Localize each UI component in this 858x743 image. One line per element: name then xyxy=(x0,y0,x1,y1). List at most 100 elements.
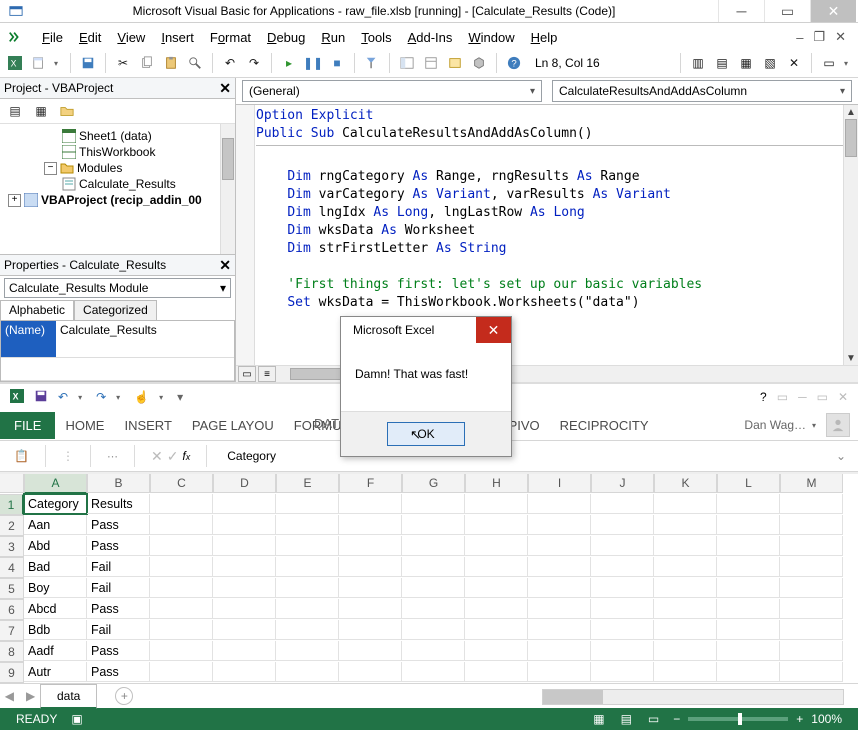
cell[interactable] xyxy=(465,641,528,661)
cell[interactable] xyxy=(591,557,654,577)
row-header[interactable]: 9 xyxy=(0,662,24,683)
mdi-close-icon[interactable]: ✕ xyxy=(835,29,846,45)
project-tree[interactable]: Sheet1 (data) ThisWorkbook −Modules Calc… xyxy=(0,124,235,255)
select-all-corner[interactable] xyxy=(0,474,24,493)
column-header[interactable]: K xyxy=(654,474,717,493)
sheet-tab-data[interactable]: data xyxy=(40,684,97,709)
cell[interactable] xyxy=(717,494,780,514)
code-horizontal-scrollbar[interactable]: ▭ ≡ xyxy=(236,365,858,382)
menu-tools[interactable]: Tools xyxy=(353,27,399,48)
cell[interactable] xyxy=(717,578,780,598)
cell[interactable] xyxy=(465,557,528,577)
tree-collapse-icon[interactable]: − xyxy=(44,162,57,175)
close-all-icon[interactable]: ✕ xyxy=(785,54,803,72)
cell[interactable] xyxy=(591,578,654,598)
cell[interactable] xyxy=(780,494,843,514)
properties-window-icon[interactable] xyxy=(422,54,440,72)
cell[interactable]: Pass xyxy=(87,662,150,682)
excel-restore-icon[interactable]: ▭ xyxy=(817,390,828,404)
cell[interactable] xyxy=(465,662,528,682)
macro-record-icon[interactable]: ▣ xyxy=(71,712,82,726)
cell[interactable] xyxy=(213,557,276,577)
cell[interactable] xyxy=(213,536,276,556)
touch-mode-icon[interactable]: ☝ xyxy=(134,390,149,404)
view-page-break-icon[interactable]: ▭ xyxy=(648,712,659,726)
cell[interactable] xyxy=(591,620,654,640)
zoom-in-button[interactable]: + xyxy=(796,712,803,726)
tree-item[interactable]: ThisWorkbook xyxy=(79,145,155,159)
tile-horiz-icon[interactable]: ▤ xyxy=(713,54,731,72)
view-normal-icon[interactable]: ▦ xyxy=(593,712,604,726)
fx-icon[interactable]: fx xyxy=(182,449,190,463)
cell[interactable] xyxy=(276,599,339,619)
cell[interactable] xyxy=(780,557,843,577)
properties-tab-alphabetic[interactable]: Alphabetic xyxy=(0,300,74,320)
cell[interactable] xyxy=(213,662,276,682)
cell[interactable]: Abd xyxy=(24,536,87,556)
formula-enter-icon[interactable]: ✓ xyxy=(167,448,179,465)
cell[interactable] xyxy=(780,599,843,619)
undo-icon[interactable]: ↶ xyxy=(58,390,68,404)
project-tree-scrollbar[interactable] xyxy=(220,124,235,254)
cell[interactable] xyxy=(402,620,465,640)
cell[interactable] xyxy=(654,662,717,682)
ribbon-display-icon[interactable]: ▭ xyxy=(777,390,788,404)
row-header[interactable]: 3 xyxy=(0,536,24,557)
cell[interactable]: Pass xyxy=(87,536,150,556)
minimize-button[interactable]: ─ xyxy=(718,0,764,22)
cell[interactable]: Bdb xyxy=(24,620,87,640)
ribbon-tab-home[interactable]: HOME xyxy=(55,412,114,439)
cell[interactable] xyxy=(654,641,717,661)
column-header[interactable]: A xyxy=(24,474,87,494)
cell[interactable] xyxy=(402,641,465,661)
cell[interactable] xyxy=(780,662,843,682)
properties-tab-categorized[interactable]: Categorized xyxy=(74,300,157,320)
cell[interactable] xyxy=(339,662,402,682)
menu-addins[interactable]: Add-Ins xyxy=(400,27,461,48)
cell[interactable] xyxy=(402,536,465,556)
cell[interactable] xyxy=(276,641,339,661)
mdi-restore-icon[interactable]: ❐ xyxy=(813,29,825,45)
bookmark-icon[interactable]: ▭ xyxy=(820,54,838,72)
cell[interactable] xyxy=(528,494,591,514)
menu-help[interactable]: Help xyxy=(523,27,566,48)
cell[interactable] xyxy=(717,515,780,535)
cell[interactable] xyxy=(654,536,717,556)
cell[interactable] xyxy=(654,620,717,640)
cell[interactable] xyxy=(654,494,717,514)
menu-window[interactable]: Window xyxy=(460,27,522,48)
user-avatar-icon[interactable] xyxy=(826,413,850,437)
row-header[interactable]: 5 xyxy=(0,578,24,599)
zoom-out-button[interactable]: − xyxy=(673,712,680,726)
insert-module-icon[interactable] xyxy=(30,54,48,72)
column-header[interactable]: J xyxy=(591,474,654,493)
code-editor[interactable]: Option ExplicitPublic Sub CalculateResul… xyxy=(256,107,844,312)
column-header[interactable]: D xyxy=(213,474,276,493)
menu-insert[interactable]: Insert xyxy=(153,27,202,48)
tree-item[interactable]: Sheet1 (data) xyxy=(79,129,152,143)
cell[interactable] xyxy=(339,557,402,577)
cell[interactable]: Category xyxy=(24,494,87,514)
help-icon[interactable]: ? xyxy=(505,54,523,72)
cell[interactable] xyxy=(402,662,465,682)
cell[interactable] xyxy=(339,536,402,556)
cell[interactable] xyxy=(654,515,717,535)
redo-icon[interactable]: ↷ xyxy=(96,390,106,404)
property-name-value[interactable]: Calculate_Results xyxy=(56,321,234,358)
toggle-folders-icon[interactable] xyxy=(58,102,76,120)
cell[interactable]: Pass xyxy=(87,515,150,535)
cell[interactable] xyxy=(465,494,528,514)
cell[interactable]: Boy xyxy=(24,578,87,598)
cell[interactable] xyxy=(339,620,402,640)
cell[interactable] xyxy=(339,599,402,619)
column-header[interactable]: I xyxy=(528,474,591,493)
formula-expand-icon[interactable]: ⌄ xyxy=(836,449,852,463)
cell[interactable] xyxy=(780,515,843,535)
cell[interactable] xyxy=(213,620,276,640)
cell[interactable] xyxy=(528,515,591,535)
cell[interactable]: Autr xyxy=(24,662,87,682)
code-procedure-dropdown[interactable]: CalculateResultsAndAddAsColumn xyxy=(552,80,852,102)
cell[interactable] xyxy=(276,557,339,577)
cell[interactable] xyxy=(339,515,402,535)
cell[interactable]: Abcd xyxy=(24,599,87,619)
